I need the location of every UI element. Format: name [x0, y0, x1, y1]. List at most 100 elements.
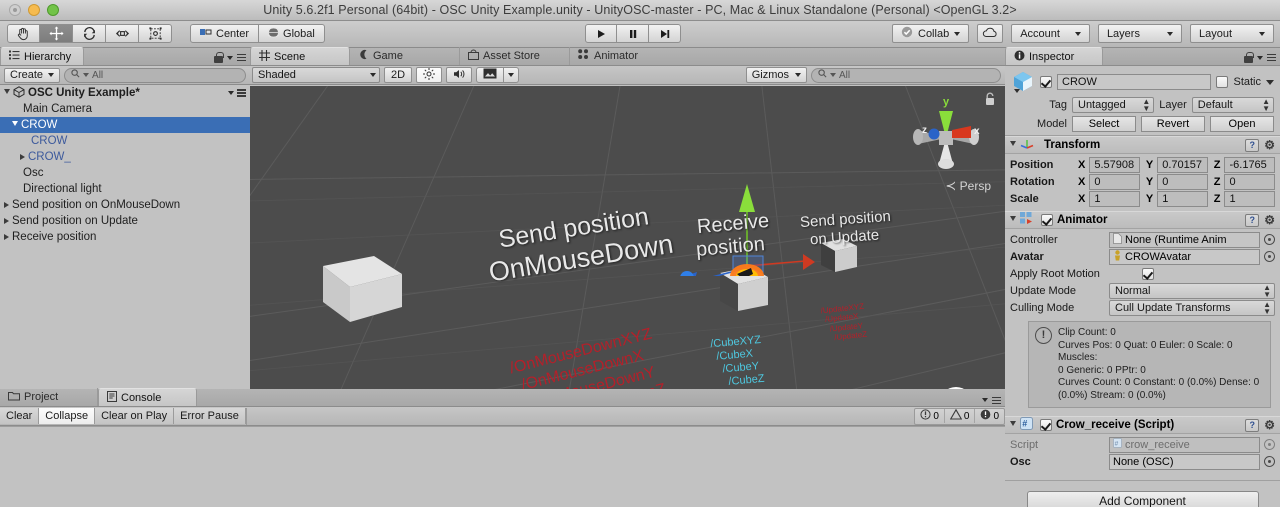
help-icon[interactable]: ?	[1245, 138, 1260, 152]
hierarchy-item[interactable]: CROW	[0, 117, 250, 133]
console-error-count[interactable]: 0	[975, 409, 1004, 423]
console-clear-button[interactable]: Clear	[0, 407, 40, 424]
expand-arrow-icon[interactable]	[1010, 141, 1016, 149]
account-button[interactable]: Account	[1011, 24, 1090, 43]
hierarchy-item[interactable]: CROW_	[0, 149, 250, 165]
tab-hierarchy[interactable]: Hierarchy	[0, 47, 85, 65]
update-mode-dropdown[interactable]: Normal ▲ ▼	[1109, 282, 1275, 299]
pause-button[interactable]	[617, 24, 649, 43]
inspector-tab-actions[interactable]	[1244, 52, 1276, 63]
add-component-button[interactable]: Add Component	[1026, 491, 1259, 507]
pivot-space-group[interactable]: Center Global	[190, 24, 325, 43]
toggle-audio-button[interactable]	[446, 67, 472, 83]
transform-component-header[interactable]: Transform ? ⚙	[1005, 136, 1280, 154]
perspective-label[interactable]: ≺ Persp	[945, 178, 991, 194]
help-icon[interactable]: ?	[1245, 213, 1260, 227]
hand-tool-button[interactable]	[7, 24, 40, 43]
hierarchy-item[interactable]: Receive position	[0, 229, 250, 245]
avatar-picker-button[interactable]	[1264, 251, 1275, 262]
transform-position-z-field[interactable]: -6.1765	[1224, 156, 1276, 173]
collab-button[interactable]: Collab	[892, 24, 970, 43]
console-counters[interactable]: 0 0 0	[914, 407, 1005, 425]
transform-tools-group[interactable]	[7, 24, 172, 43]
move-tool-button[interactable]	[40, 24, 73, 43]
console-log-area[interactable]	[0, 426, 1005, 507]
avatar-field[interactable]: CROWAvatar	[1109, 248, 1260, 265]
root-motion-checkbox[interactable]	[1142, 267, 1154, 280]
help-icon[interactable]: ?	[1245, 418, 1260, 432]
rect-tool-button[interactable]	[139, 24, 172, 43]
console-log-count[interactable]: 0	[915, 409, 945, 423]
scene-lock-icon[interactable]	[984, 92, 996, 109]
tab-project[interactable]: Project	[0, 388, 98, 406]
expand-arrow-icon[interactable]	[4, 234, 9, 240]
hierarchy-item[interactable]: CROW	[0, 133, 250, 149]
tab-console[interactable]: Console	[98, 388, 197, 406]
object-name-field[interactable]: CROW	[1057, 74, 1212, 90]
script-picker-button[interactable]	[1264, 439, 1275, 450]
chevron-down-icon[interactable]	[1266, 79, 1274, 85]
expand-arrow-icon[interactable]	[4, 202, 9, 208]
object-enabled-checkbox[interactable]	[1040, 76, 1052, 88]
scene-search-input[interactable]: All	[811, 67, 1001, 83]
menu-icon[interactable]	[992, 396, 1001, 404]
lock-icon[interactable]	[1244, 52, 1254, 63]
menu-icon[interactable]	[1267, 53, 1276, 62]
hierarchy-item[interactable]: Directional light	[0, 181, 250, 197]
gear-icon[interactable]: ⚙	[1264, 214, 1275, 226]
hierarchy-item[interactable]: Send position on OnMouseDown	[0, 197, 250, 213]
transform-rotation-y-field[interactable]: 0	[1157, 173, 1208, 190]
tab-game[interactable]: Game	[350, 47, 460, 65]
menu-icon[interactable]	[237, 53, 246, 62]
hierarchy-item[interactable]: Send position on Update	[0, 213, 250, 229]
hierarchy-tree[interactable]: OSC Unity Example* Main Camera CROW CROW CR…	[0, 85, 250, 388]
script-enabled-checkbox[interactable]	[1040, 419, 1052, 431]
model-select-button[interactable]: Select	[1072, 116, 1136, 132]
static-checkbox[interactable]	[1216, 76, 1229, 88]
gizmos-dropdown[interactable]: Gizmos	[745, 67, 807, 83]
controller-field[interactable]: None (Runtime Anim	[1109, 231, 1260, 248]
console-warning-count[interactable]: 0	[945, 408, 976, 423]
scene-viewport[interactable]: Send position OnMouseDown Receive position S…	[250, 86, 1005, 434]
console-button-group[interactable]: Clear Collapse Clear on Play Error Pause	[0, 407, 247, 425]
scene-fx-group[interactable]	[476, 67, 519, 83]
layout-button[interactable]: Layout	[1189, 24, 1274, 43]
script-component-header[interactable]: # Crow_receive (Script) ? ⚙	[1005, 416, 1280, 434]
osc-field[interactable]: None (OSC)	[1109, 453, 1260, 470]
animator-component-header[interactable]: Animator ? ⚙	[1005, 211, 1280, 229]
scale-tool-button[interactable]	[106, 24, 139, 43]
scene-fx-button[interactable]	[476, 67, 504, 83]
draw-mode-dropdown[interactable]: Shaded	[252, 67, 380, 83]
toggle-lighting-button[interactable]	[416, 67, 442, 83]
playback-controls[interactable]	[585, 24, 681, 43]
transform-position-y-field[interactable]: 0.70157	[1157, 156, 1208, 173]
scene-fx-dropdown[interactable]	[504, 67, 519, 83]
gear-icon[interactable]: ⚙	[1264, 419, 1275, 431]
tag-dropdown[interactable]: Untagged ▲ ▼	[1072, 97, 1155, 113]
tab-scene[interactable]: Scene	[250, 47, 350, 65]
console-collapse-button[interactable]: Collapse	[39, 407, 96, 424]
model-open-button[interactable]: Open	[1210, 116, 1274, 132]
hierarchy-item[interactable]: Osc	[0, 165, 250, 181]
hierarchy-item[interactable]: Main Camera	[0, 101, 250, 117]
collapse-arrow-icon[interactable]	[12, 121, 18, 129]
transform-scale-y-field[interactable]: 1	[1157, 190, 1208, 207]
lock-icon[interactable]	[214, 52, 224, 63]
gear-icon[interactable]: ⚙	[1264, 139, 1275, 151]
osc-picker-button[interactable]	[1264, 456, 1275, 467]
layer-dropdown[interactable]: Default ▲ ▼	[1191, 97, 1274, 113]
rotate-tool-button[interactable]	[73, 24, 106, 43]
step-button[interactable]	[649, 24, 681, 43]
console-clear-on-play-button[interactable]: Clear on Play	[95, 407, 175, 424]
space-mode-button[interactable]: Global	[259, 24, 325, 43]
console-error-pause-button[interactable]: Error Pause	[174, 407, 246, 424]
scene-menu-icon[interactable]	[237, 89, 246, 97]
transform-rotation-x-field[interactable]: 0	[1089, 173, 1140, 190]
expand-arrow-icon[interactable]	[1010, 421, 1016, 429]
console-tab-actions[interactable]	[982, 396, 1001, 404]
layers-button[interactable]: Layers	[1097, 24, 1182, 43]
hierarchy-tab-actions[interactable]	[214, 52, 246, 63]
model-revert-button[interactable]: Revert	[1141, 116, 1205, 132]
transform-scale-z-field[interactable]: 1	[1224, 190, 1276, 207]
script-field[interactable]: # crow_receive	[1109, 436, 1260, 453]
